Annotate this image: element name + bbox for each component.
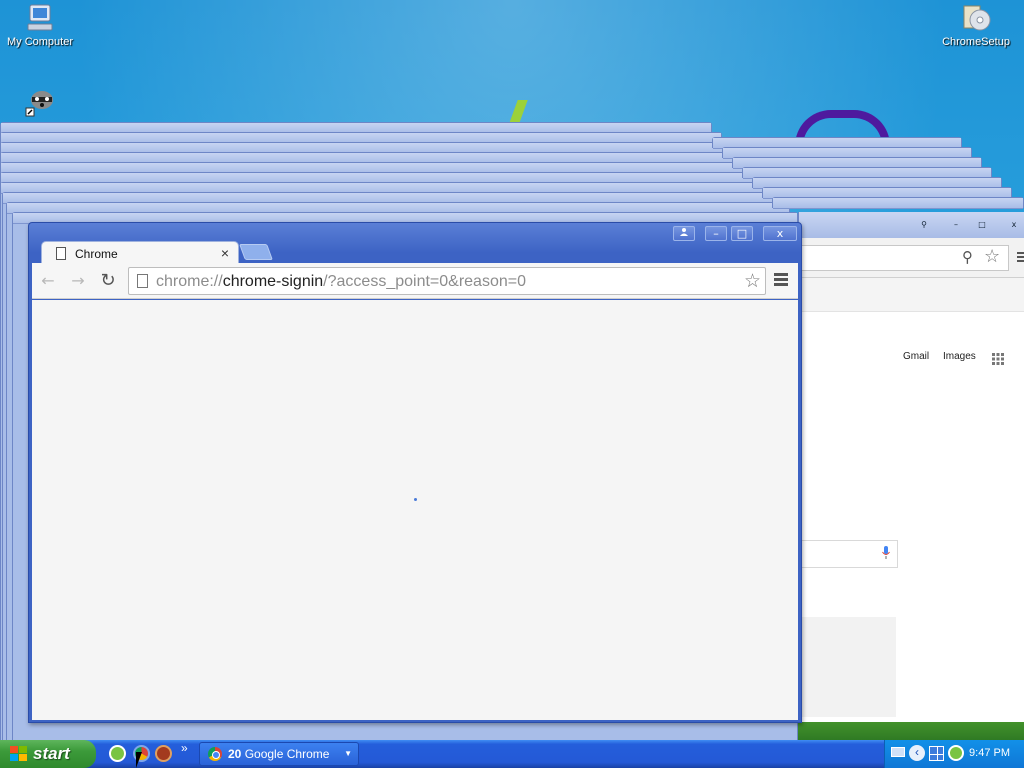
start-label: start [33,744,70,763]
desktop-icon-my-computer[interactable]: My Computer [0,2,80,48]
taskbar-group-google-chrome[interactable]: 20 Google Chrome ▼ [199,742,359,766]
google-search-box [799,540,898,568]
new-tab-button[interactable] [239,244,273,260]
window-count: 20 [228,747,242,761]
bookmark-star-icon[interactable]: ☆ [744,270,761,293]
collapse-tray-icon[interactable]: ‹ [909,745,925,761]
background-window-strip [799,278,1024,312]
background-window-toolbar: ⚲ ☆ [799,238,1024,278]
windows-logo-icon [10,746,27,762]
clock[interactable]: 9:47 PM [969,747,1010,759]
page-content [32,300,798,720]
url-scheme: chrome:// [156,273,223,290]
system-tray: ‹ 9:47 PM [884,740,1024,768]
search-icon: ⚲ [962,248,973,266]
maximize-icon: □ [978,220,986,229]
background-window-titlebar: ⚲ – □ x [799,212,1024,238]
loading-indicator [414,498,417,501]
url-host: chrome-signin [222,273,324,290]
installer-cd-icon [960,2,992,34]
images-link: Images [943,351,976,362]
app-quicklaunch-icon[interactable] [155,745,172,762]
minimize-icon: – [954,220,958,229]
utorrent-tray-icon[interactable] [948,745,964,761]
chrome-icon [208,747,222,761]
desktop: My Computer ChromeSetup ⚲ – □ x ⚲ ☆ Gmai… [0,0,1024,740]
close-icon: x [1011,220,1017,229]
reload-button[interactable]: ↻ [98,271,118,291]
computer-icon [24,2,56,34]
desktop-icon-label: ChromeSetup [942,36,1010,48]
chrome-window: – □ x Chrome × ← → ↻ chrome://chrome-sig… [28,222,802,723]
network-icon[interactable] [929,746,944,761]
utorrent-quicklaunch-icon[interactable] [109,745,126,762]
tab-title: Chrome [75,247,118,261]
microphone-icon [881,545,891,565]
desktop-icon-label: My Computer [6,36,74,48]
address-bar-url: chrome://chrome-signin/?access_point=0&r… [156,273,526,291]
tab-chrome[interactable]: Chrome × [41,241,239,265]
background-omnibox: ⚲ ☆ [799,245,1009,271]
back-button[interactable]: ← [38,271,58,291]
page-icon [137,274,148,288]
profile-icon [680,228,688,236]
forward-button[interactable]: → [68,271,88,291]
apps-grid-icon [992,350,1004,365]
start-button[interactable]: start [0,740,96,768]
raccoon-shortcut-icon [24,86,56,118]
menu-icon [1017,252,1024,264]
chrome-menu-icon[interactable] [774,273,788,287]
stacked-window [772,197,1024,209]
keyboard-icon[interactable] [891,747,905,757]
browser-toolbar: ← → ↻ chrome://chrome-signin/?access_poi… [32,263,798,299]
taskbar: start » 20 Google Chrome ▼ ‹ 9:47 PM [0,740,1024,768]
mouse-cursor-icon [136,752,142,768]
taskbar-button-label: Google Chrome [244,747,330,761]
page-icon [56,247,66,260]
quicklaunch-overflow-icon[interactable]: » [181,741,188,755]
address-bar[interactable]: chrome://chrome-signin/?access_point=0&r… [128,267,766,295]
profile-icon: ⚲ [921,220,927,229]
tab-close-icon[interactable]: × [221,245,229,261]
background-chrome-window: ⚲ – □ x ⚲ ☆ Gmail Images [798,212,1024,722]
url-path: /?access_point=0&reason=0 [323,273,526,290]
desktop-icon-chromesetup[interactable]: ChromeSetup [936,2,1016,48]
star-icon: ☆ [984,246,1001,267]
dropdown-arrow-icon: ▼ [344,749,352,758]
tab-strip: Chrome × [29,239,801,265]
desktop-icon-raccoon[interactable] [0,86,80,120]
background-window-footer-panel [799,617,896,717]
gmail-link: Gmail [903,351,930,362]
